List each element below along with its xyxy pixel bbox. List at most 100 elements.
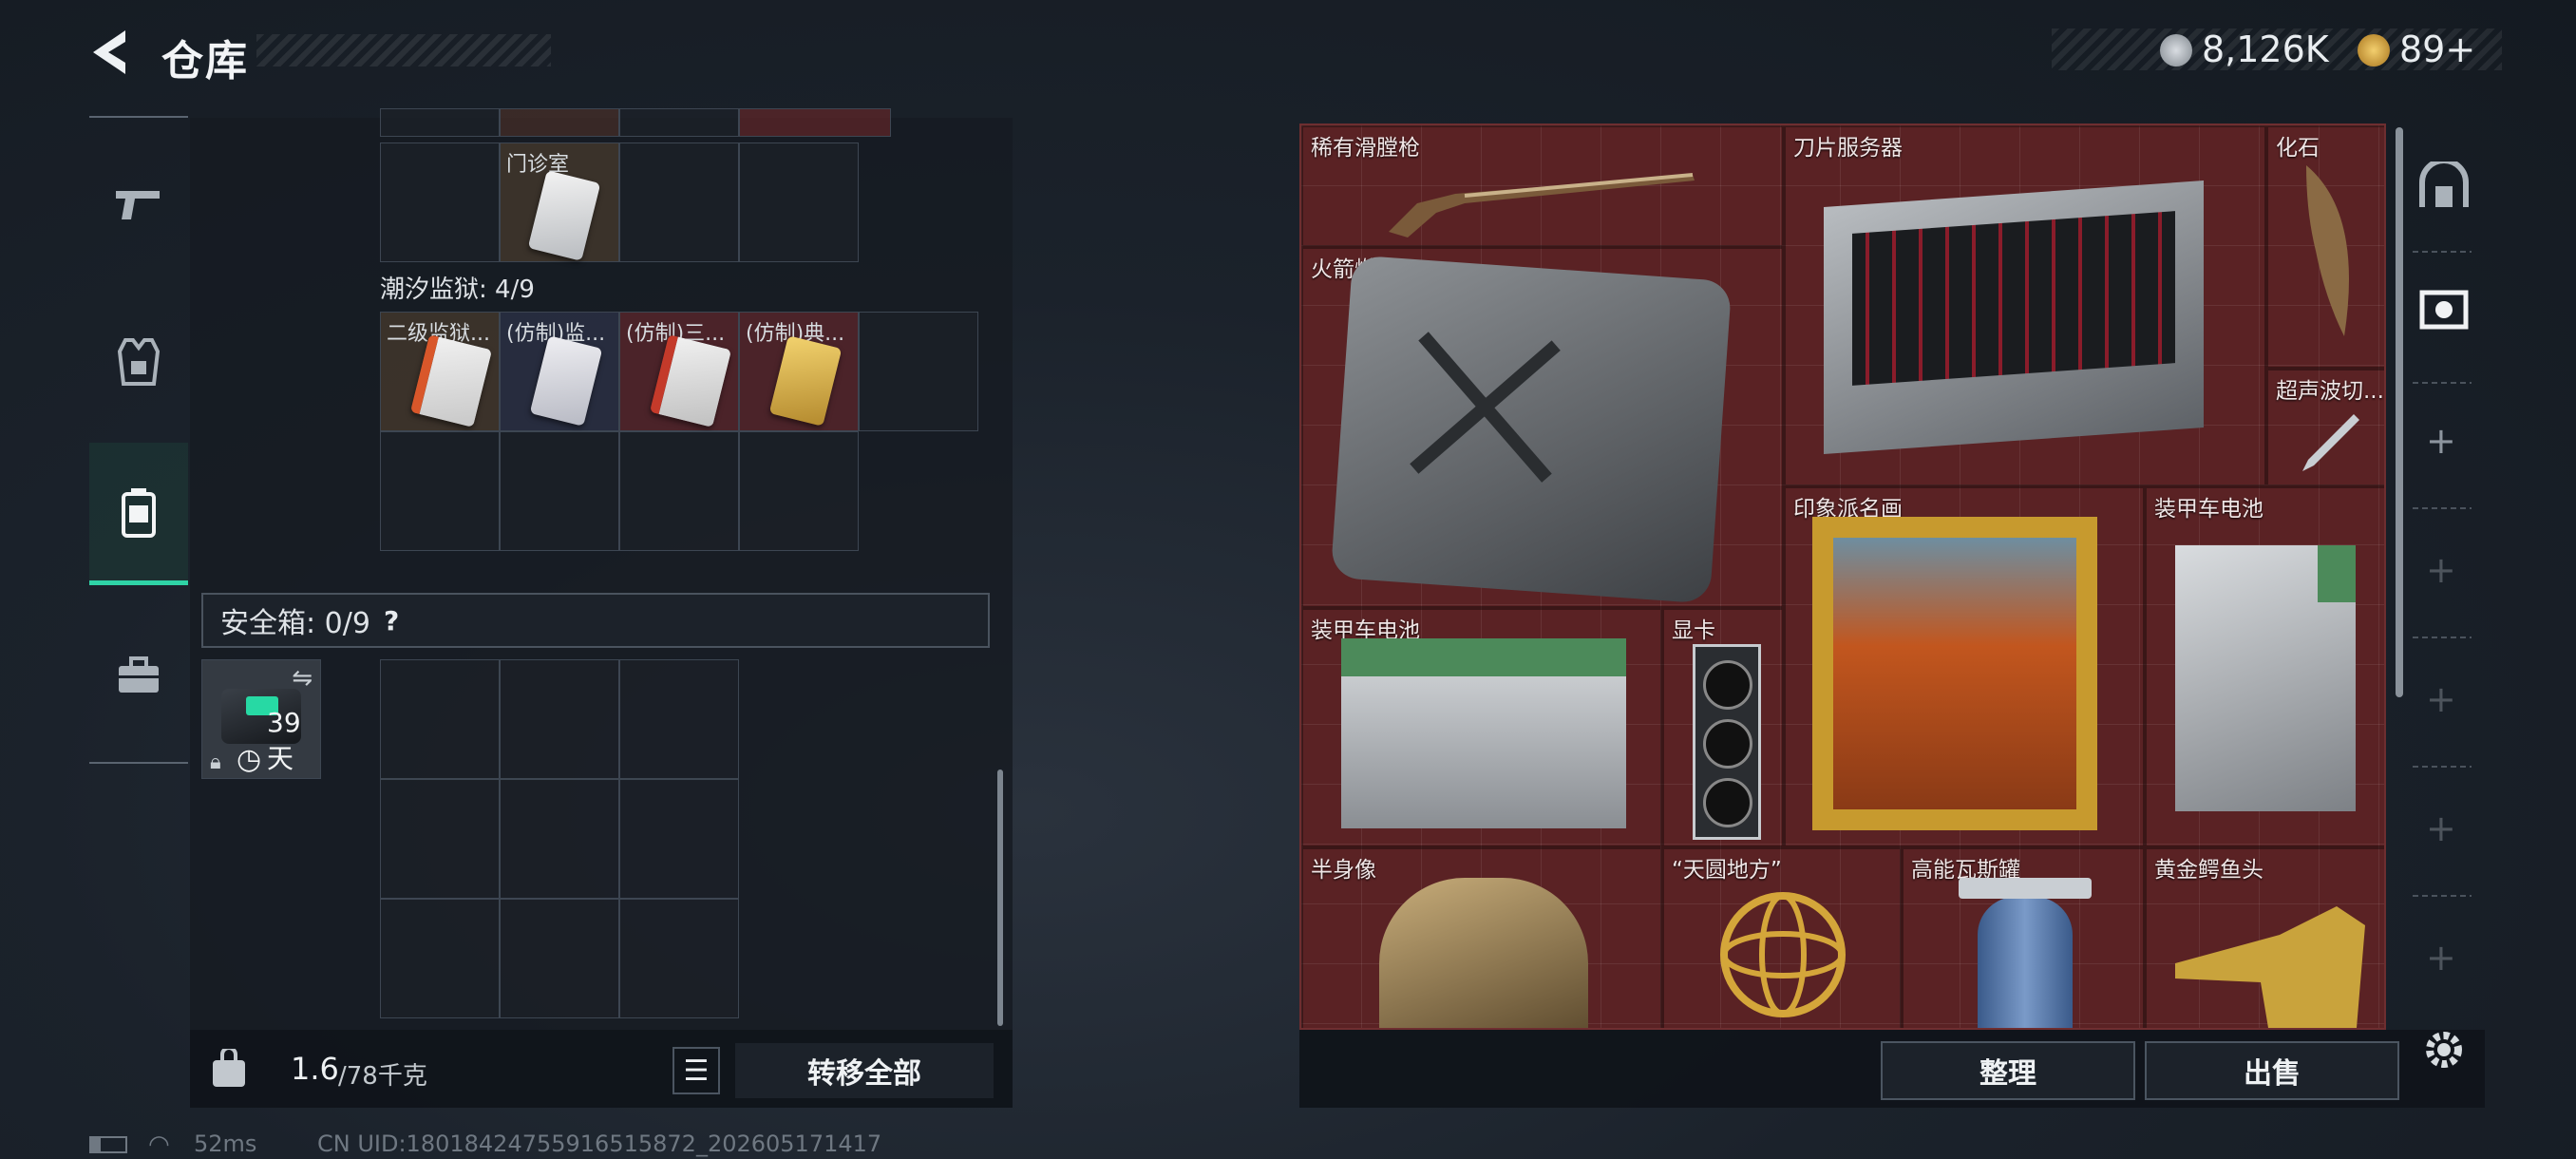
grid-cell[interactable]	[500, 659, 619, 779]
item-label: 装甲车电池	[2154, 497, 2263, 522]
nav-tab-armor[interactable]	[89, 291, 188, 433]
nav-tab-backpack[interactable]	[89, 443, 188, 585]
stash-item-armored-battery-b[interactable]: 装甲车电池	[1301, 608, 1662, 847]
grid-cell[interactable]	[619, 779, 739, 899]
keycard-prison-4[interactable]: (仿制)典...	[739, 312, 859, 431]
vault-tab-icon[interactable]	[2418, 162, 2470, 209]
backpack-footer: 1.6 /78千克 ☰ 转移全部	[190, 1030, 1013, 1108]
backpack-scrollbar[interactable]	[997, 770, 1003, 1026]
grid-cell[interactable]	[739, 142, 859, 262]
keycard-icon	[409, 334, 493, 428]
stash-item-musket[interactable]: 稀有滑膛枪	[1301, 125, 1784, 247]
grid-cell[interactable]	[619, 431, 739, 551]
musket-icon	[1389, 173, 1695, 238]
weight-icon	[213, 1049, 245, 1087]
grid-cell[interactable]	[380, 108, 500, 137]
gpu-icon	[1693, 644, 1761, 840]
add-stash-tab-icon[interactable]: +	[2426, 420, 2456, 462]
list-view-icon[interactable]: ☰	[672, 1047, 720, 1094]
swap-icon[interactable]: ⇋	[292, 664, 313, 693]
add-stash-tab-icon[interactable]: +	[2426, 549, 2456, 591]
stash-item-bust[interactable]: 半身像	[1301, 847, 1662, 1028]
grid-cell[interactable]	[380, 142, 500, 262]
grid-cell[interactable]	[619, 659, 739, 779]
grid-cell[interactable]	[380, 659, 500, 779]
wifi-icon: ◠	[148, 1130, 170, 1159]
fossil-claw-icon	[2306, 165, 2349, 336]
grid-cell[interactable]	[859, 312, 978, 431]
grid-cell[interactable]	[739, 431, 859, 551]
lock-icon: 🔒︎	[210, 750, 221, 774]
stash-panel: 稀有滑膛枪 刀片服务器 化石 火箭燃料 超声波切... 印象派名画	[1299, 124, 2386, 1030]
grid-cell[interactable]	[380, 899, 500, 1018]
jerrycan-icon	[1330, 255, 1733, 604]
weight-current: 1.6	[291, 1051, 339, 1087]
stash-item-fossil[interactable]: 化石	[2266, 125, 2384, 369]
painting-icon	[1812, 517, 2097, 830]
battery-icon	[2175, 545, 2356, 811]
grid-cell[interactable]	[380, 431, 500, 551]
keycard-clinic[interactable]: 门诊室	[500, 142, 619, 262]
help-icon[interactable]: ?	[384, 605, 399, 636]
sell-button[interactable]: 出售	[2145, 1041, 2399, 1100]
weight-max: /78千克	[338, 1062, 427, 1091]
armor-vest-icon	[118, 338, 160, 386]
grid-cell[interactable]	[500, 108, 619, 137]
stash-settings-tab-icon[interactable]	[2418, 285, 2473, 332]
stash-item-golden-crocodile-head[interactable]: 黄金鳄鱼头	[2145, 847, 2384, 1028]
stash-item-gas-canister[interactable]: 高能瓦斯罐	[1902, 847, 2145, 1028]
stash-item-ultrasonic-cutter[interactable]: 超声波切...	[2266, 369, 2384, 486]
keycard-prison-3[interactable]: (仿制)三...	[619, 312, 739, 431]
silver-balance: 8,126K	[2202, 28, 2329, 70]
item-label: 黄金鳄鱼头	[2154, 858, 2263, 883]
stash-item-blade-server[interactable]: 刀片服务器	[1784, 125, 2266, 486]
armillary-sphere-icon	[1720, 892, 1846, 1017]
nav-tab-weapons[interactable]	[89, 133, 188, 276]
grid-cell[interactable]	[500, 431, 619, 551]
grid-cell[interactable]	[619, 108, 739, 137]
stash-item-graphics-card[interactable]: 显卡	[1662, 608, 1784, 847]
add-stash-tab-icon[interactable]: +	[2426, 808, 2456, 849]
keycard-clinic-label: 门诊室	[506, 153, 570, 177]
add-stash-tab-icon[interactable]: +	[2426, 937, 2456, 978]
safebox-item[interactable]: ⇋ 🔒︎ ◷ 39天	[201, 659, 321, 779]
gold-balance[interactable]: 89+	[2399, 28, 2475, 70]
silver-coin-icon	[2160, 34, 2192, 66]
grid-cell[interactable]	[500, 779, 619, 899]
gas-canister-icon	[1959, 878, 2092, 1028]
nav-tab-toolbox[interactable]	[89, 604, 188, 747]
add-stash-tab-icon[interactable]: +	[2426, 678, 2456, 720]
nav-divider-top	[89, 116, 188, 118]
stash-item-armillary-sphere[interactable]: “天圆地方”	[1662, 847, 1902, 1028]
item-label: 半身像	[1311, 858, 1376, 883]
battery-status-icon	[89, 1136, 127, 1153]
timer-clock-icon: ◷	[237, 743, 262, 776]
safebox-timer: 39天	[267, 707, 301, 774]
nav-divider-bottom	[89, 762, 188, 764]
item-label: 刀片服务器	[1793, 136, 1903, 161]
backpack-icon	[122, 487, 156, 538]
back-arrow-icon[interactable]	[87, 27, 135, 78]
cutter-icon	[2302, 414, 2359, 471]
grid-cell[interactable]	[380, 779, 500, 899]
page-title: 仓库	[161, 37, 249, 86]
transfer-all-button[interactable]: 转移全部	[735, 1043, 994, 1098]
grid-cell[interactable]	[619, 142, 739, 262]
prison-section-label: 潮汐监狱: 4/9	[380, 276, 535, 304]
keycard-prison-1[interactable]: 二级监狱...	[380, 312, 500, 431]
grid-cell[interactable]	[500, 899, 619, 1018]
keycard-prison-2[interactable]: (仿制)监...	[500, 312, 619, 431]
item-label: 超声波切...	[2276, 379, 2384, 404]
grid-cell[interactable]	[619, 899, 739, 1018]
stash-item-impressionist-painting[interactable]: 印象派名画	[1784, 486, 2145, 847]
stash-item-armored-battery-a[interactable]: 装甲车电池	[2145, 486, 2384, 847]
grid-cell[interactable]	[739, 108, 891, 137]
keycard-icon	[768, 335, 843, 427]
keycard-icon	[527, 170, 601, 261]
sort-button[interactable]: 整理	[1881, 1041, 2135, 1100]
crocodile-head-icon	[2175, 906, 2365, 1028]
safebox-header: 安全箱: 0/9 ?	[201, 593, 990, 648]
stash-item-rocket-fuel[interactable]: 火箭燃料	[1301, 247, 1784, 608]
title-stripe-decoration	[256, 34, 551, 66]
gear-icon[interactable]	[2420, 1026, 2468, 1074]
